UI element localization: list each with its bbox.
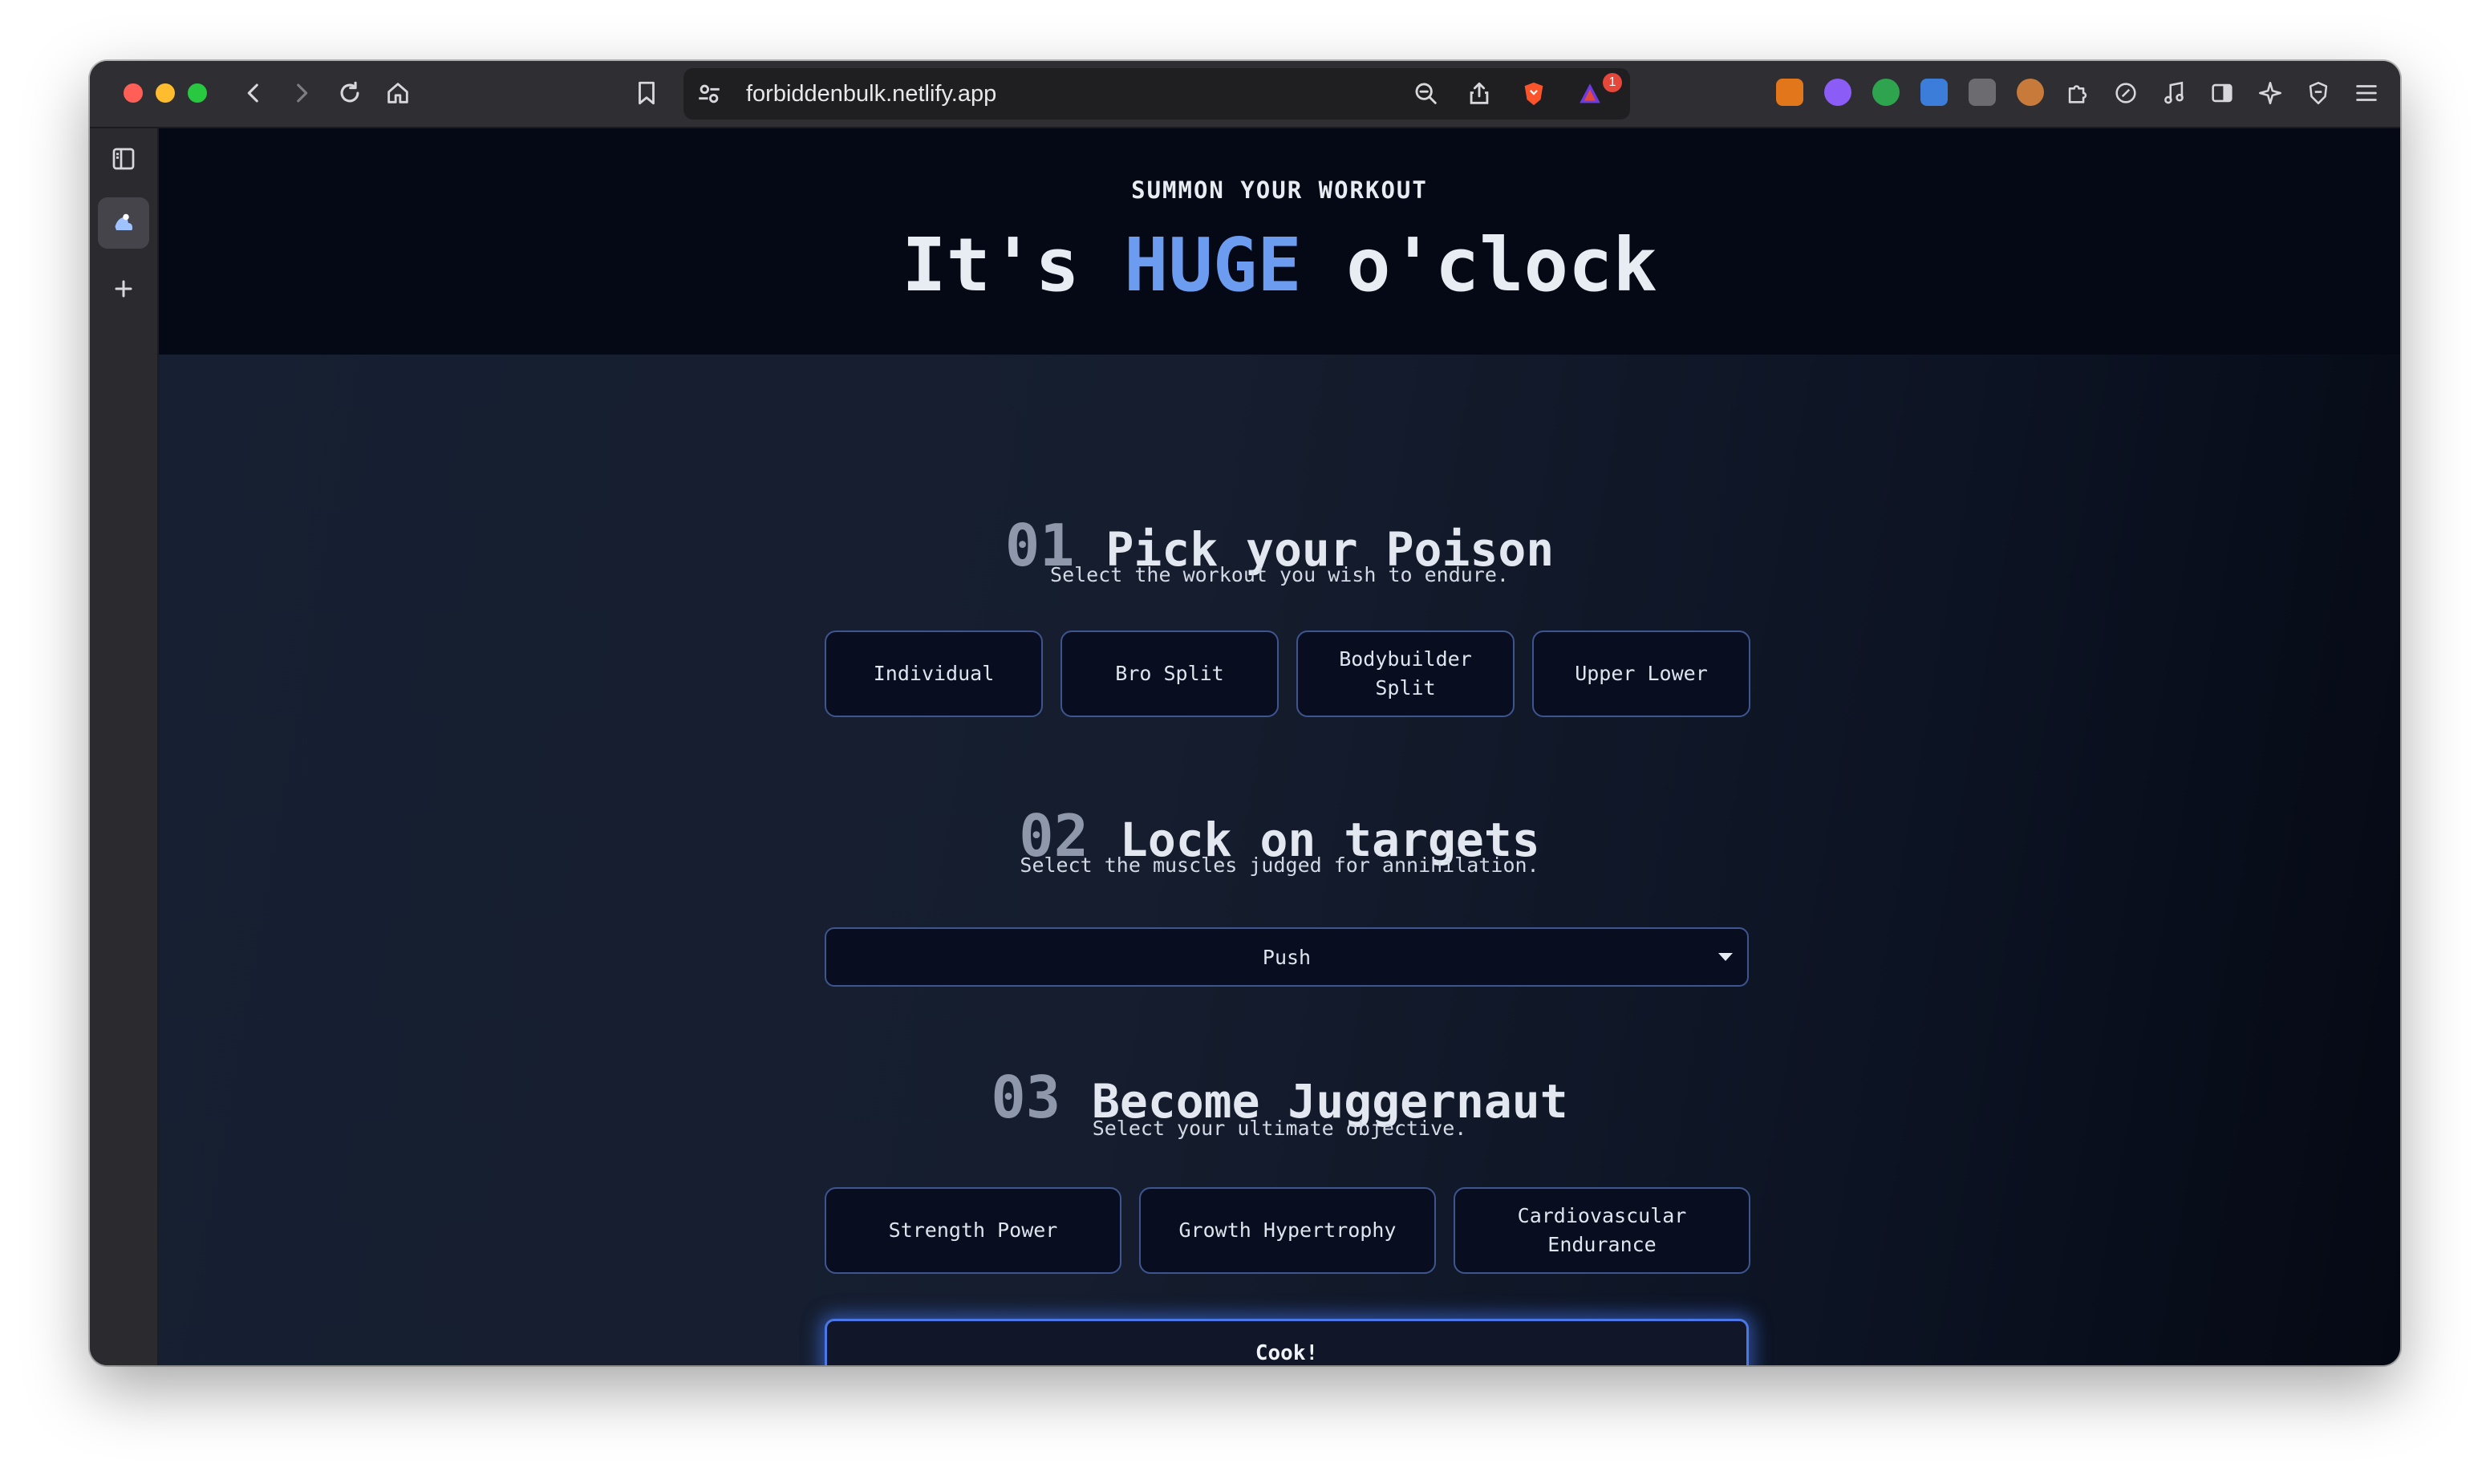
- extension-icon[interactable]: [1872, 79, 1900, 106]
- headline-pre: It's: [902, 222, 1125, 308]
- cook-button[interactable]: Cook!: [825, 1319, 1749, 1365]
- web-page: SUMMON YOUR WORKOUT It's HUGE o'clock 01…: [159, 128, 2400, 1365]
- browser-sidebar: [90, 128, 159, 1365]
- hero-eyebrow: SUMMON YOUR WORKOUT: [1131, 176, 1428, 204]
- extension-icon[interactable]: [1920, 79, 1948, 106]
- site-settings-icon[interactable]: [693, 78, 725, 110]
- headline-post: o'clock: [1301, 222, 1657, 308]
- vpn-icon[interactable]: [2302, 77, 2334, 109]
- speed-icon[interactable]: [2110, 77, 2142, 109]
- music-icon[interactable]: [2158, 77, 2190, 109]
- url-text[interactable]: forbiddenbulk.netlify.app: [746, 81, 996, 107]
- cookie-icon[interactable]: [2017, 79, 2044, 106]
- address-bar[interactable]: forbiddenbulk.netlify.app 1: [683, 68, 1630, 120]
- metamask-icon[interactable]: [1776, 79, 1803, 106]
- home-icon[interactable]: [382, 77, 414, 109]
- puzzle-icon[interactable]: [2062, 77, 2094, 109]
- zoom-out-icon[interactable]: [1410, 78, 1442, 110]
- page-title: It's HUGE o'clock: [159, 221, 2400, 310]
- reload-icon[interactable]: [334, 77, 366, 109]
- workout-option-individual[interactable]: Individual: [825, 630, 1043, 717]
- goal-option-strength-power[interactable]: Strength Power: [825, 1187, 1121, 1274]
- step3-subtitle: Select your ultimate objective.: [1092, 1117, 1467, 1140]
- muscle-select-value: Push: [1262, 945, 1312, 969]
- brave-shield-icon[interactable]: [1518, 78, 1550, 110]
- browser-toolbar: forbiddenbulk.netlify.app 1: [90, 61, 2400, 128]
- headline-accent: HUGE: [1124, 222, 1302, 308]
- minimize-window-button[interactable]: [156, 83, 175, 103]
- new-tab-icon[interactable]: [98, 263, 149, 314]
- goal-option-cardiovascular-endurance[interactable]: Cardiovascular Endurance: [1454, 1187, 1750, 1274]
- hero-banner: SUMMON YOUR WORKOUT It's HUGE o'clock: [159, 128, 2400, 355]
- sidebar-toggle-icon[interactable]: [2206, 77, 2238, 109]
- browser-window: forbiddenbulk.netlify.app 1 SUMMON YOUR …: [90, 61, 2400, 1365]
- close-window-button[interactable]: [124, 83, 143, 103]
- step2-subtitle: Select the muscles judged for annihilati…: [1020, 854, 1539, 877]
- leo-icon[interactable]: [2254, 77, 2286, 109]
- sidebar-panel-icon[interactable]: [98, 133, 149, 184]
- brave-rewards-icon[interactable]: [1574, 78, 1606, 110]
- step1-subtitle: Select the workout you wish to endure.: [1050, 563, 1509, 586]
- notification-badge: 1: [1603, 73, 1622, 92]
- extension-icon[interactable]: [1969, 79, 1996, 106]
- workout-option-bro-split[interactable]: Bro Split: [1060, 630, 1279, 717]
- menu-icon[interactable]: [2350, 77, 2383, 109]
- tab-favicon-icon[interactable]: [98, 197, 149, 249]
- back-icon[interactable]: [237, 77, 270, 109]
- zoom-window-button[interactable]: [188, 83, 207, 103]
- extension-icon[interactable]: [1824, 79, 1851, 106]
- forward-icon[interactable]: [286, 77, 318, 109]
- share-icon[interactable]: [1463, 78, 1495, 110]
- workout-option-upper-lower[interactable]: Upper Lower: [1532, 630, 1750, 717]
- chevron-down-icon: [1718, 953, 1733, 961]
- goal-option-growth-hypertrophy[interactable]: Growth Hypertrophy: [1139, 1187, 1436, 1274]
- workout-option-bodybuilder-split[interactable]: Bodybuilder Split: [1296, 630, 1515, 717]
- muscle-select[interactable]: Push: [825, 927, 1749, 987]
- bookmark-icon[interactable]: [631, 77, 663, 109]
